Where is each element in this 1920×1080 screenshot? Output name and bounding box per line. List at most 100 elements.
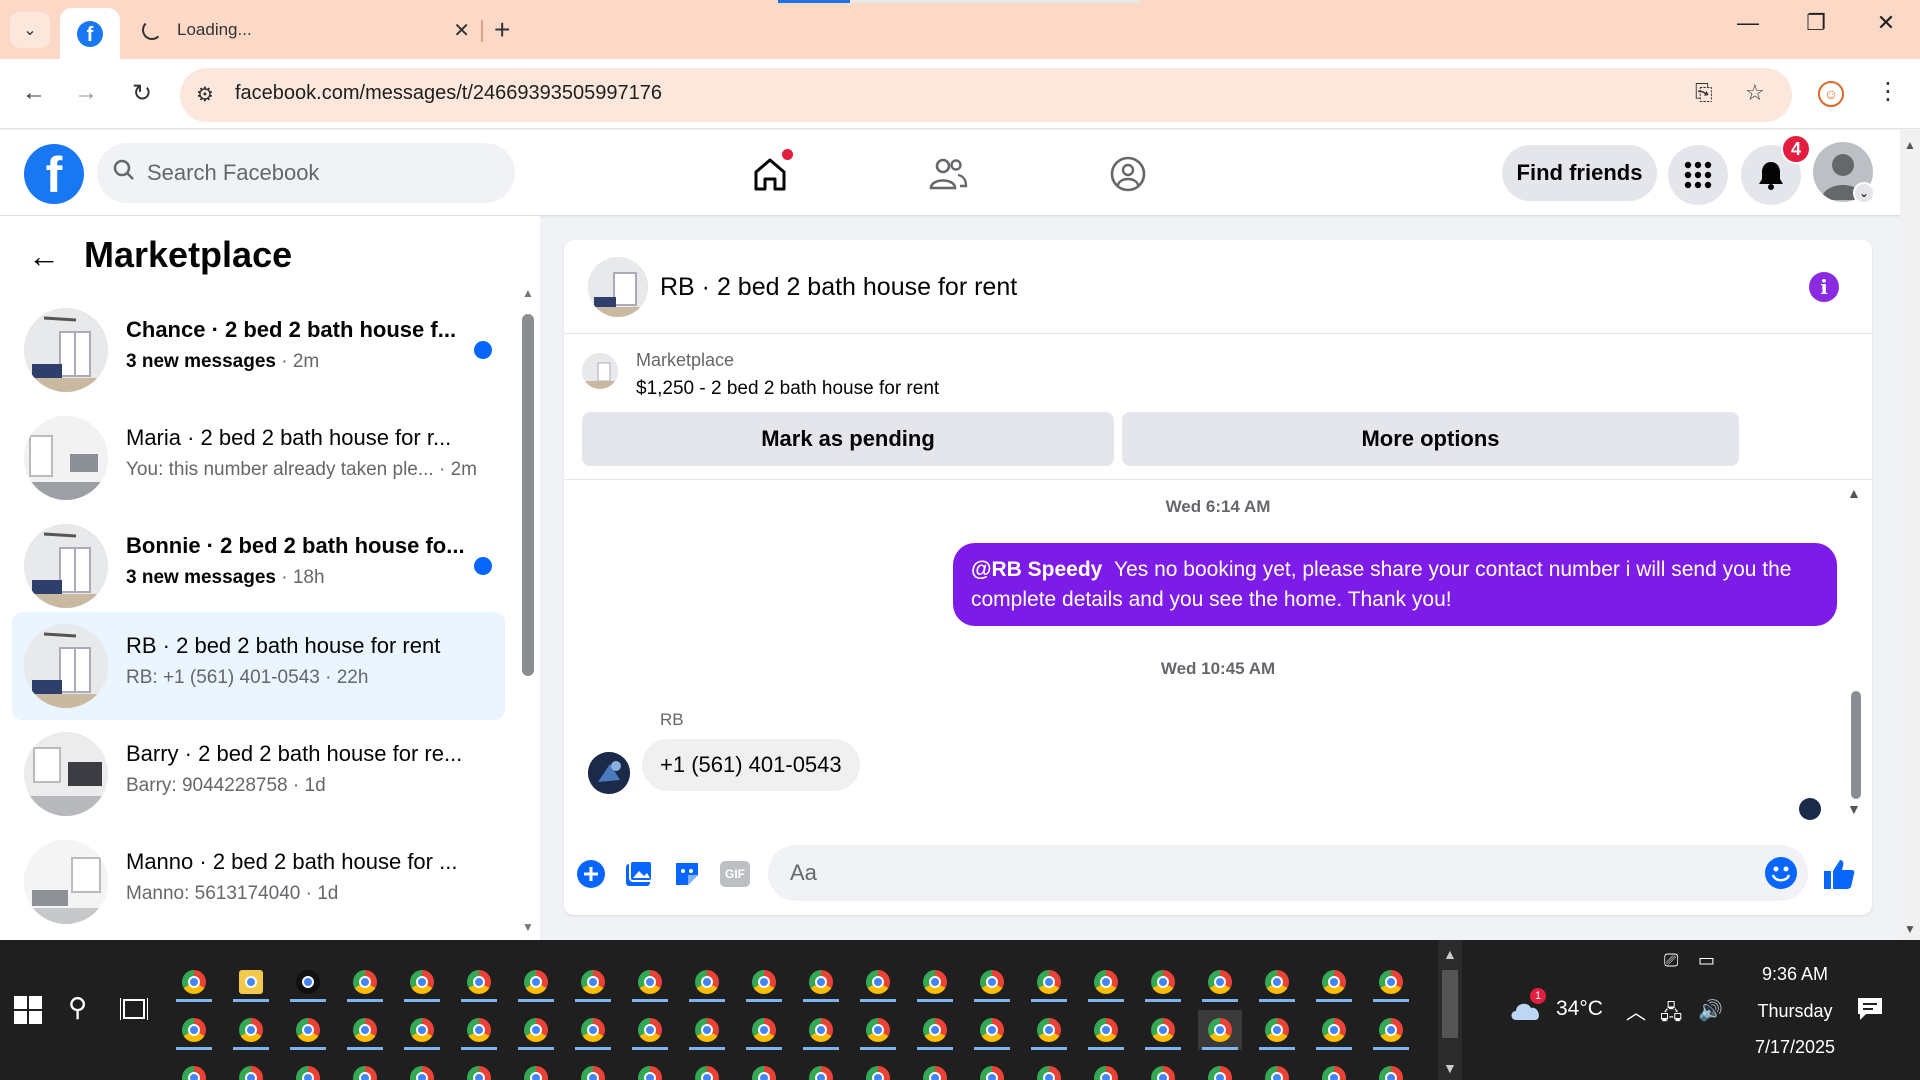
taskbar-chrome-app-icon[interactable]: [400, 1010, 444, 1050]
taskbar-chrome-app-icon[interactable]: [1027, 1010, 1071, 1050]
taskbar-chrome-app-icon[interactable]: [1369, 962, 1413, 1002]
photo-icon[interactable]: [622, 857, 656, 891]
sender-avatar[interactable]: [588, 752, 630, 794]
meet-now-icon[interactable]: ⎚: [1664, 950, 1678, 971]
taskbar-chrome-app-icon[interactable]: [685, 962, 729, 1002]
info-icon[interactable]: i: [1809, 272, 1839, 302]
tab-search-button[interactable]: ⌄: [10, 12, 50, 48]
clock-date[interactable]: 7/17/2025: [1745, 1037, 1845, 1058]
emoji-icon[interactable]: [1765, 857, 1797, 889]
close-window-button[interactable]: ✕: [1866, 10, 1906, 36]
scroll-down-icon[interactable]: ▼: [1904, 922, 1916, 936]
taskbar-chrome-app-icon[interactable]: [1027, 962, 1071, 1002]
taskbar-chrome-app-icon[interactable]: [856, 962, 900, 1002]
taskbar-chrome-app-icon[interactable]: [400, 1058, 444, 1080]
facebook-search[interactable]: Search Facebook: [97, 143, 515, 203]
tab-loading[interactable]: Loading... ✕: [130, 12, 480, 48]
taskbar-chrome-app-icon[interactable]: [913, 962, 957, 1002]
notification-center-icon[interactable]: [1856, 996, 1884, 1022]
taskbar-chrome-app-icon[interactable]: [799, 962, 843, 1002]
back-arrow-icon[interactable]: ←: [28, 238, 60, 275]
taskbar-chrome-app-icon[interactable]: [172, 1058, 216, 1080]
taskbar-chrome-app-icon[interactable]: [1369, 1010, 1413, 1050]
network-icon[interactable]: 🖧: [1660, 998, 1682, 1032]
volume-icon[interactable]: 🔊: [1698, 998, 1723, 1023]
groups-icon[interactable]: [1106, 152, 1150, 196]
menu-grid-button[interactable]: [1668, 145, 1728, 205]
chat-title[interactable]: RB · 2 bed 2 bath house for rent: [660, 273, 1017, 302]
taskbar-chrome-app-icon[interactable]: [628, 962, 672, 1002]
taskbar-scrollbar[interactable]: ▲ ▼: [1438, 940, 1462, 1080]
taskbar-chrome-app-icon[interactable]: [1084, 1010, 1128, 1050]
taskbar-chrome-app-icon[interactable]: [970, 962, 1014, 1002]
listing-thumbnail[interactable]: [582, 353, 618, 389]
taskbar-chrome-app-icon[interactable]: [286, 962, 330, 1002]
taskbar-chrome-app-icon[interactable]: [742, 1058, 786, 1080]
more-options-button[interactable]: More options: [1122, 412, 1739, 466]
taskbar-chrome-app-icon[interactable]: [1369, 1058, 1413, 1080]
conversation-item[interactable]: Bonnie · 2 bed 2 bath house fo... 3 new …: [12, 512, 505, 620]
taskbar-chrome-app-icon[interactable]: [913, 1058, 957, 1080]
address-bar[interactable]: ⚙ facebook.com/messages/t/24669393505997…: [180, 68, 1792, 122]
taskbar-chrome-app-icon[interactable]: [457, 962, 501, 1002]
scroll-down-icon[interactable]: ▼: [1847, 801, 1861, 817]
taskbar-chrome-app-icon[interactable]: [1255, 1010, 1299, 1050]
taskbar-chrome-app-icon[interactable]: [571, 962, 615, 1002]
taskbar-chrome-app-icon[interactable]: [400, 962, 444, 1002]
scroll-down-icon[interactable]: ▼: [522, 920, 534, 934]
taskbar-chrome-app-icon[interactable]: [970, 1058, 1014, 1080]
windows-start-icon[interactable]: [14, 996, 42, 1024]
back-button[interactable]: ←: [14, 73, 54, 113]
taskbar-chrome-app-icon[interactable]: [970, 1010, 1014, 1050]
taskbar-chrome-app-icon[interactable]: [286, 1058, 330, 1080]
listing-description[interactable]: $1,250 - 2 bed 2 bath house for rent: [636, 378, 939, 400]
taskbar-chrome-app-icon[interactable]: [1198, 1010, 1242, 1050]
like-thumb-icon[interactable]: [1822, 857, 1856, 891]
install-app-icon[interactable]: ⎘: [1695, 80, 1713, 106]
search-icon[interactable]: ⚲: [68, 992, 87, 1023]
tab-close-icon[interactable]: ✕: [453, 18, 470, 43]
taskbar-chrome-app-icon[interactable]: [1084, 962, 1128, 1002]
scroll-down-icon[interactable]: ▼: [1443, 1060, 1457, 1076]
conversation-item[interactable]: Barry · 2 bed 2 bath house for re... Bar…: [12, 720, 505, 828]
mark-as-pending-button[interactable]: Mark as pending: [582, 412, 1114, 466]
taskbar-chrome-app-icon[interactable]: [457, 1058, 501, 1080]
tab-facebook[interactable]: f: [60, 8, 120, 59]
account-chevron-down-icon[interactable]: ⌄: [1853, 182, 1875, 204]
taskbar-chrome-app-icon[interactable]: [286, 1010, 330, 1050]
site-info-icon[interactable]: ⚙: [196, 82, 214, 107]
taskbar-scroll-thumb[interactable]: [1442, 970, 1458, 1038]
taskbar-chrome-app-icon[interactable]: [1255, 962, 1299, 1002]
taskbar-chrome-app-icon[interactable]: [685, 1010, 729, 1050]
taskbar-chrome-app-icon[interactable]: [1312, 1010, 1356, 1050]
sticker-icon[interactable]: [670, 857, 704, 891]
taskbar-chrome-app-icon[interactable]: [856, 1010, 900, 1050]
taskbar-chrome-app-icon[interactable]: [457, 1010, 501, 1050]
battery-icon[interactable]: ▭: [1698, 950, 1715, 971]
taskbar-chrome-app-icon[interactable]: [229, 1058, 273, 1080]
taskbar-chrome-app-icon[interactable]: [742, 1010, 786, 1050]
taskbar-chrome-app-icon[interactable]: [1198, 962, 1242, 1002]
taskbar-chrome-app-icon[interactable]: [229, 962, 273, 1002]
taskbar-chrome-app-icon[interactable]: [628, 1010, 672, 1050]
bookmark-star-icon[interactable]: ☆: [1745, 80, 1765, 106]
profile-icon[interactable]: ☺: [1818, 81, 1844, 107]
mention[interactable]: @RB Speedy: [971, 558, 1102, 581]
taskbar-chrome-app-icon[interactable]: [343, 962, 387, 1002]
friends-icon[interactable]: [926, 152, 970, 196]
chat-avatar[interactable]: [588, 257, 648, 317]
taskbar-chrome-app-icon[interactable]: [1141, 1058, 1185, 1080]
find-friends-button[interactable]: Find friends: [1502, 145, 1657, 201]
taskbar-chrome-app-icon[interactable]: [1141, 1010, 1185, 1050]
scroll-up-icon[interactable]: ▲: [1443, 946, 1457, 962]
scroll-up-icon[interactable]: ▲: [1904, 138, 1916, 152]
taskbar-chrome-app-icon[interactable]: [172, 1010, 216, 1050]
restore-button[interactable]: ❐: [1796, 10, 1836, 36]
minimize-button[interactable]: —: [1728, 10, 1768, 36]
gif-icon[interactable]: GIF: [718, 857, 752, 891]
weather-widget[interactable]: 1 34°C: [1508, 988, 1603, 1022]
browser-menu-icon[interactable]: ⋮: [1876, 77, 1900, 106]
taskbar-chrome-app-icon[interactable]: [799, 1058, 843, 1080]
page-scrollbar[interactable]: ▲ ▼: [1900, 130, 1920, 940]
taskbar-chrome-app-icon[interactable]: [514, 962, 558, 1002]
